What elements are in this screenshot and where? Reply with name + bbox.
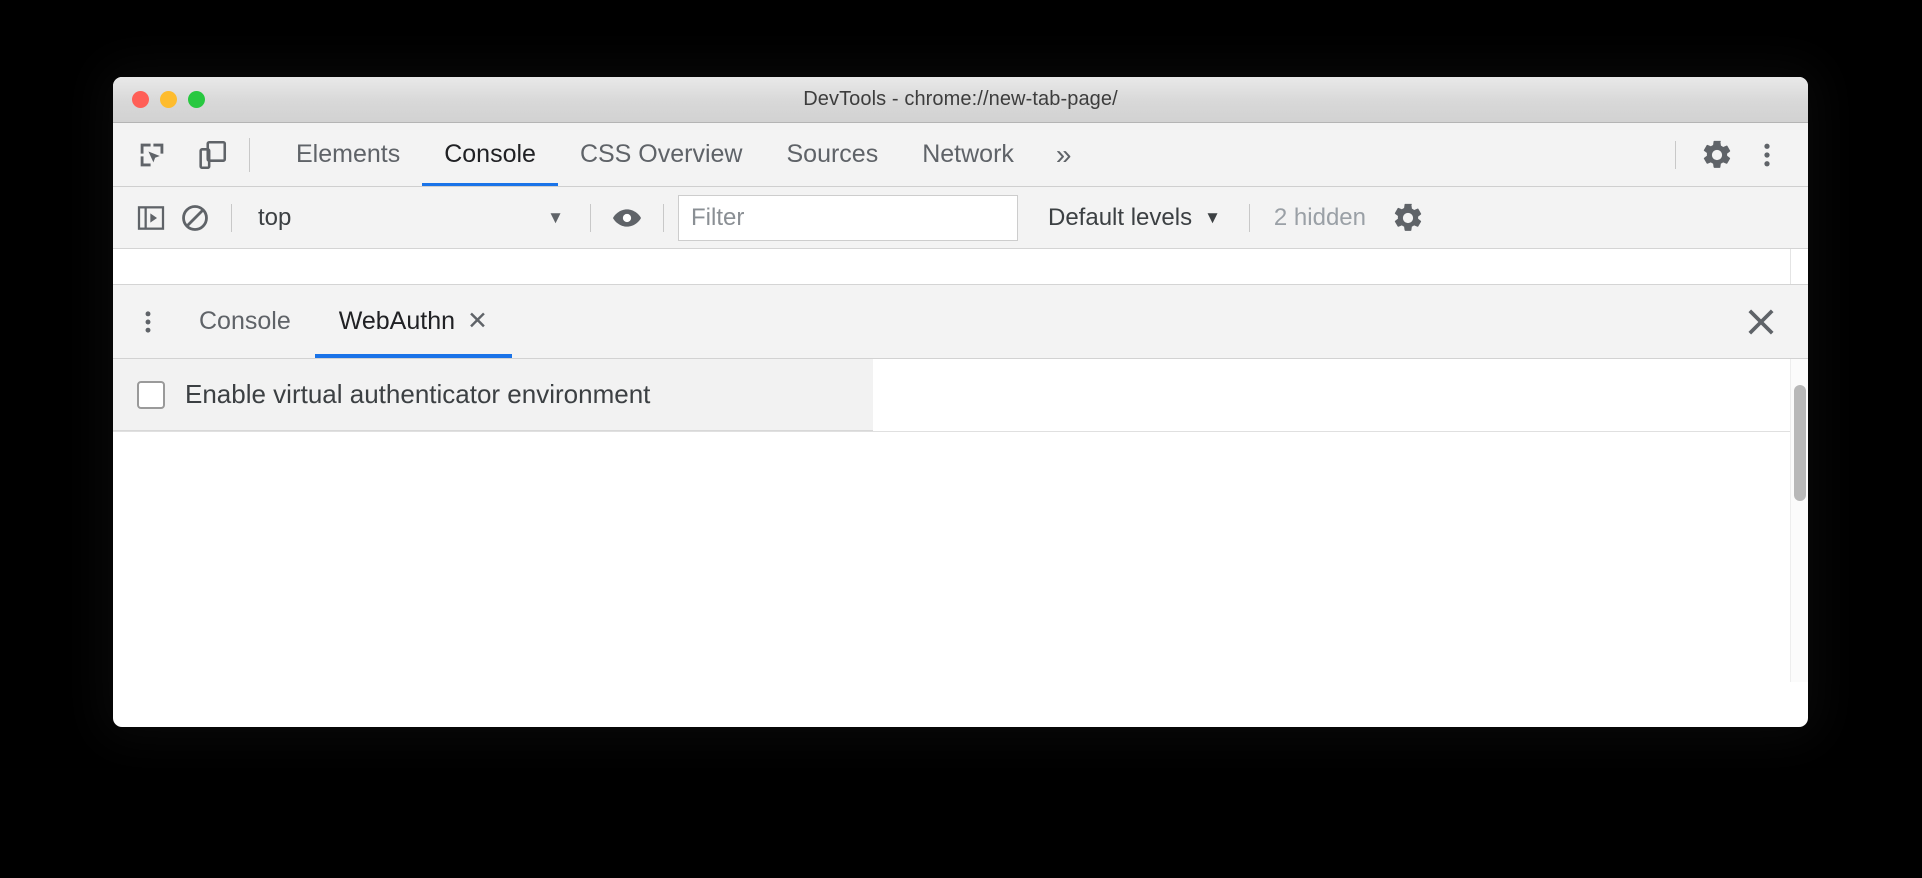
drawer-more-tools-button[interactable] — [121, 285, 175, 358]
tab-sources-label: Sources — [786, 140, 879, 168]
live-expression-eye-icon — [611, 202, 643, 234]
enable-virtual-authenticator-row[interactable]: Enable virtual authenticator environment — [113, 359, 873, 431]
console-toolbar: top ▼ Default levels ▼ 2 hidden — [113, 187, 1808, 249]
enable-virtual-authenticator-label: Enable virtual authenticator environment — [185, 379, 651, 409]
screenshot-root: DevTools - chrome://new-tab-page/ Elemen… — [0, 0, 1922, 878]
kebab-menu-icon — [1752, 140, 1782, 170]
devtools-settings-button[interactable] — [1694, 132, 1740, 178]
clear-console-button[interactable] — [173, 196, 217, 240]
devtools-more-options-button[interactable] — [1744, 132, 1790, 178]
drawer-tab-console[interactable]: Console — [175, 285, 315, 358]
inspect-element-icon — [135, 138, 169, 172]
tab-network-label: Network — [922, 140, 1014, 168]
tab-network[interactable]: Network — [900, 123, 1036, 186]
close-drawer-button[interactable] — [1744, 285, 1808, 358]
console-toolbar-divider-3 — [663, 203, 664, 232]
traffic-lights — [132, 91, 205, 108]
execution-context-value: top — [258, 203, 292, 231]
zoom-window-button[interactable] — [188, 91, 205, 108]
more-tabs-button[interactable]: » — [1036, 123, 1090, 186]
devtools-main-tabbar: Elements Console CSS Overview Sources Ne… — [113, 123, 1808, 187]
gear-icon — [1700, 138, 1734, 172]
drawer-tab-webauthn[interactable]: WebAuthn ✕ — [314, 285, 513, 358]
main-tabbar-actions — [1661, 123, 1808, 186]
clear-console-icon — [179, 202, 211, 234]
enable-virtual-authenticator-checkbox[interactable] — [137, 380, 165, 409]
close-window-button[interactable] — [132, 91, 149, 108]
drawer-tab-console-label: Console — [199, 307, 291, 335]
console-settings-button[interactable] — [1386, 196, 1430, 240]
console-toolbar-divider-1 — [231, 203, 232, 232]
webauthn-panel: Enable virtual authenticator environment — [113, 359, 1808, 682]
console-scrollbar[interactable] — [1790, 249, 1808, 284]
console-toolbar-divider-4 — [1248, 203, 1250, 232]
tab-elements-label: Elements — [296, 140, 401, 168]
toolbar-divider — [249, 137, 250, 172]
inspect-element-button[interactable] — [129, 132, 175, 178]
tab-elements[interactable]: Elements — [274, 123, 422, 186]
hidden-messages-count[interactable]: 2 hidden — [1264, 204, 1376, 232]
create-live-expression-button[interactable] — [605, 196, 649, 240]
tab-css-overview-label: CSS Overview — [579, 140, 743, 168]
drawer-tabbar: Console WebAuthn ✕ — [113, 285, 1808, 359]
console-toolbar-divider-2 — [590, 203, 591, 232]
log-levels-selector[interactable]: Default levels ▼ — [1034, 197, 1235, 239]
close-icon[interactable]: ✕ — [467, 309, 488, 334]
execution-context-selector[interactable]: top ▼ — [246, 197, 576, 239]
window-title: DevTools - chrome://new-tab-page/ — [803, 88, 1118, 110]
webauthn-panel-scrollbar[interactable] — [1790, 359, 1808, 682]
minimize-window-button[interactable] — [160, 91, 177, 108]
chevron-down-icon: ▼ — [1204, 207, 1221, 227]
tab-sources[interactable]: Sources — [765, 123, 901, 186]
chevron-down-icon: ▼ — [547, 207, 564, 227]
device-toolbar-button[interactable] — [189, 132, 235, 178]
tab-console-label: Console — [444, 140, 536, 168]
tab-css-overview[interactable]: CSS Overview — [558, 123, 765, 186]
chevron-double-right-icon: » — [1055, 138, 1072, 170]
console-sidebar-toggle-button[interactable] — [129, 196, 173, 240]
console-filter-input[interactable] — [678, 194, 1018, 241]
gear-icon — [1391, 201, 1425, 235]
devtools-window: DevTools - chrome://new-tab-page/ Elemen… — [113, 77, 1808, 727]
inspect-controls — [113, 123, 235, 186]
tab-console[interactable]: Console — [422, 123, 558, 186]
kebab-menu-icon — [134, 308, 162, 336]
panel-divider — [113, 431, 1790, 432]
scrollbar-thumb[interactable] — [1794, 385, 1806, 501]
toolbar-divider-right — [1675, 140, 1676, 169]
log-levels-label: Default levels — [1048, 203, 1193, 231]
main-tab-list: Elements Console CSS Overview Sources Ne… — [274, 123, 1089, 186]
device-toolbar-icon — [195, 138, 229, 172]
drawer-tab-webauthn-label: WebAuthn — [338, 307, 456, 335]
window-titlebar: DevTools - chrome://new-tab-page/ — [113, 77, 1808, 123]
console-messages-area — [113, 249, 1808, 285]
close-icon — [1744, 305, 1778, 339]
show-console-sidebar-icon — [135, 202, 167, 234]
